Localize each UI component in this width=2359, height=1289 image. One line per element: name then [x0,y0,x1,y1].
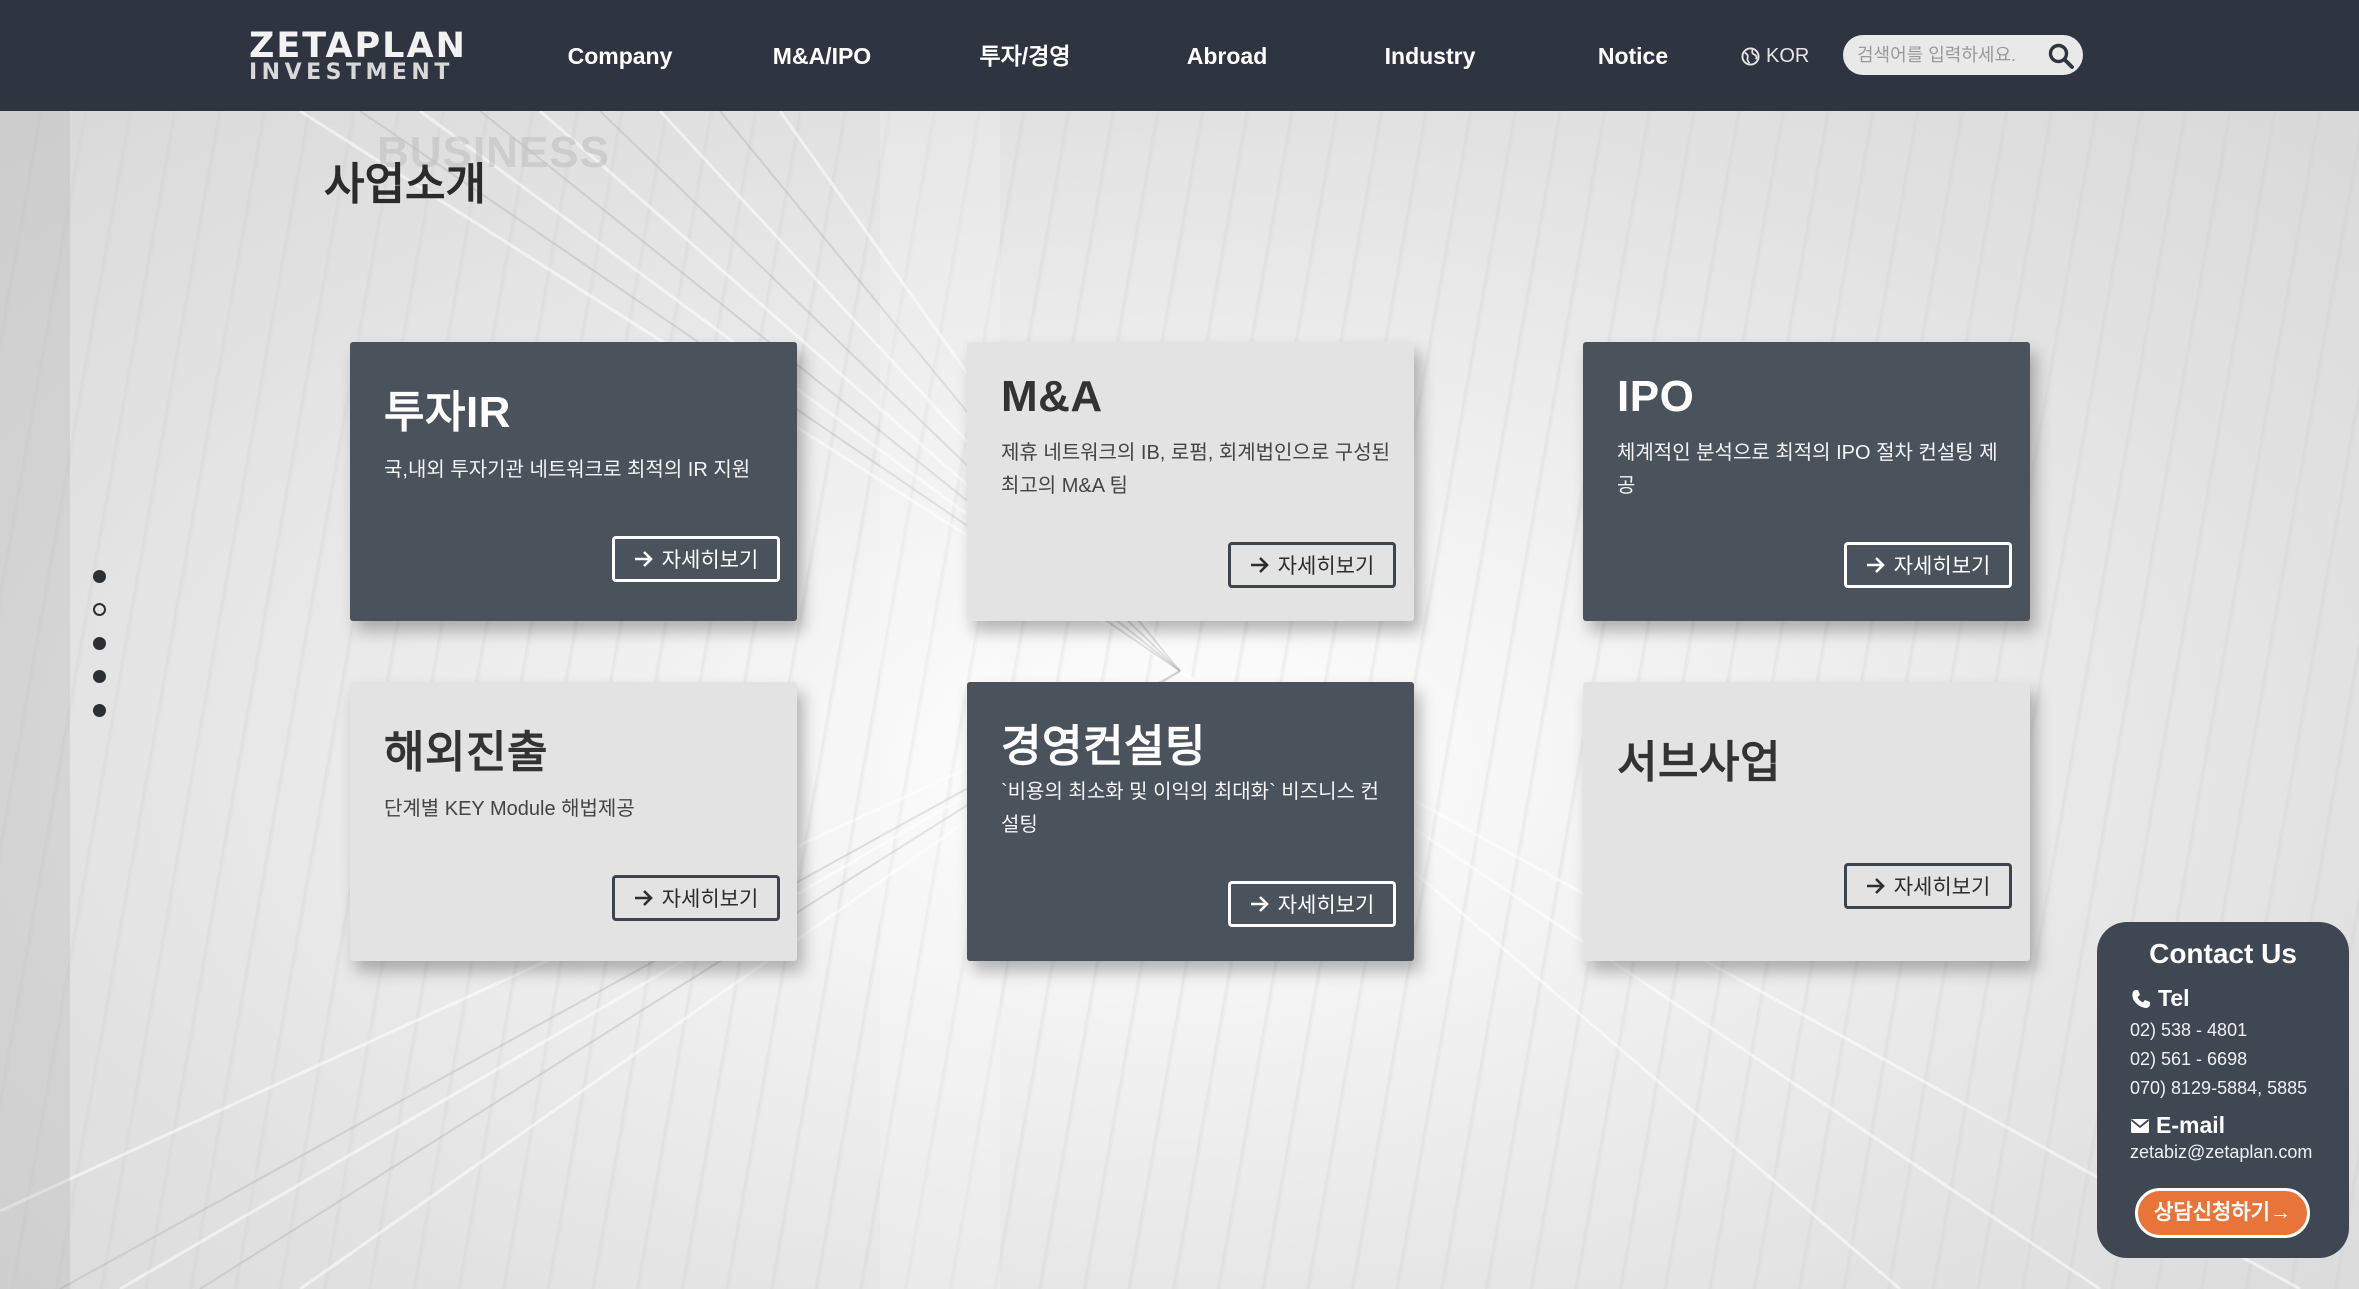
card-button-label: 자세히보기 [1277,894,1375,917]
arrow-right-icon [1866,557,1885,573]
card-overseas-expansion: 해외진출 단계별 KEY Module 해법제공 자세히보기 [350,682,797,961]
consult-button-label: 상담신청하기 [2154,1201,2270,1224]
nav-industry[interactable]: Industry [1370,38,1490,74]
globe-icon [1741,46,1760,66]
nav-company[interactable]: Company [560,38,680,74]
arrow-right-icon [1250,896,1269,912]
card-description: 체계적인 분석으로 최적의 IPO 절차 컨설팅 제공 [1617,442,1998,497]
card-title: 경영컨설팅 [1001,722,1206,771]
tel-number-1[interactable]: 02) 538 - 4801 [2130,1020,2247,1041]
nav-ma-ipo[interactable]: M&A/IPO [762,38,882,74]
top-navbar: ZETAPLAN INVESTMENT Company M&A/IPO 투자/경… [0,0,2359,111]
card-management-consulting: 경영컨설팅 `비용의 최소화 및 이익의 최대화` 비즈니스 컨설팅 자세히보기 [967,682,1414,961]
pager-dot-2[interactable] [93,603,106,616]
card-description: 국,내외 투자기관 네트워크로 최적의 IR 지원 [384,459,751,481]
search-icon[interactable] [2046,41,2076,71]
card-more-button[interactable]: 자세히보기 [612,536,780,582]
page-title: 사업소개 [324,160,486,209]
card-more-button[interactable]: 자세히보기 [1228,881,1396,927]
card-more-button[interactable]: 자세히보기 [1228,542,1396,588]
arrow-right-icon [1866,878,1885,894]
nav-notice[interactable]: Notice [1573,38,1693,74]
card-sub-business: 서브사업 자세히보기 [1583,682,2030,961]
pager-dot-5[interactable] [93,704,106,717]
card-button-label: 자세히보기 [1277,555,1375,578]
arrow-right-icon: → [2269,1201,2291,1224]
logo-line-2: INVESTMENT [249,60,454,85]
company-logo[interactable]: ZETAPLAN INVESTMENT [249,26,467,85]
card-invest-ir: 투자IR 국,내외 투자기관 네트워크로 최적의 IR 지원 자세히보기 [350,342,797,621]
arrow-right-icon [634,890,653,906]
mail-icon [2130,1118,2150,1133]
phone-icon [2132,989,2150,1008]
card-button-label: 자세히보기 [1893,555,1991,578]
search-input[interactable] [1857,41,2047,69]
language-label: KOR [1766,45,1810,67]
email-address[interactable]: zetabiz@zetaplan.com [2130,1142,2312,1163]
card-title: 서브사업 [1617,738,1781,787]
tel-number-3[interactable]: 070) 8129-5884, 5885 [2130,1078,2307,1099]
card-button-label: 자세히보기 [1893,876,1991,899]
card-button-label: 자세히보기 [661,549,759,572]
pager-dot-1[interactable] [93,570,106,583]
card-title: IPO [1617,372,1695,421]
pager-dot-3[interactable] [93,637,106,650]
card-ma: M&A 제휴 네트워크의 IB, 로펌, 회계법인으로 구성된 최고의 M&A … [967,342,1414,621]
card-more-button[interactable]: 자세히보기 [1844,863,2012,909]
card-title: 투자IR [384,388,511,437]
tel-heading: Tel [2130,985,2190,1012]
pager-dot-4[interactable] [93,670,106,683]
consultation-request-button[interactable]: 상담신청하기→ [2135,1188,2310,1238]
card-title: 해외진출 [384,728,548,777]
card-description: 단계별 KEY Module 해법제공 [384,798,635,820]
contact-widget: Contact Us Tel 02) 538 - 4801 02) 561 - … [2097,922,2349,1258]
email-heading: E-mail [2130,1112,2225,1139]
contact-title: Contact Us [2149,938,2297,969]
nav-abroad[interactable]: Abroad [1167,38,1287,74]
language-selector[interactable]: KOR [1741,40,1809,72]
card-more-button[interactable]: 자세히보기 [1844,542,2012,588]
arrow-right-icon [634,551,653,567]
tel-label: Tel [2158,985,2190,1011]
email-label: E-mail [2156,1112,2226,1138]
nav-invest-management[interactable]: 투자/경영 [965,38,1085,74]
card-title: M&A [1001,372,1103,421]
card-description: `비용의 최소화 및 이익의 최대화` 비즈니스 컨설팅 [1001,781,1379,836]
logo-line-1: ZETAPLAN [249,26,467,66]
arrow-right-icon [1250,557,1269,573]
tel-number-2[interactable]: 02) 561 - 6698 [2130,1049,2247,1070]
card-more-button[interactable]: 자세히보기 [612,875,780,921]
search-box [1843,35,2083,75]
card-ipo: IPO 체계적인 분석으로 최적의 IPO 절차 컨설팅 제공 자세히보기 [1583,342,2030,621]
card-description: 제휴 네트워크의 IB, 로펌, 회계법인으로 구성된 최고의 M&A 팀 [1001,442,1390,497]
card-button-label: 자세히보기 [661,888,759,911]
